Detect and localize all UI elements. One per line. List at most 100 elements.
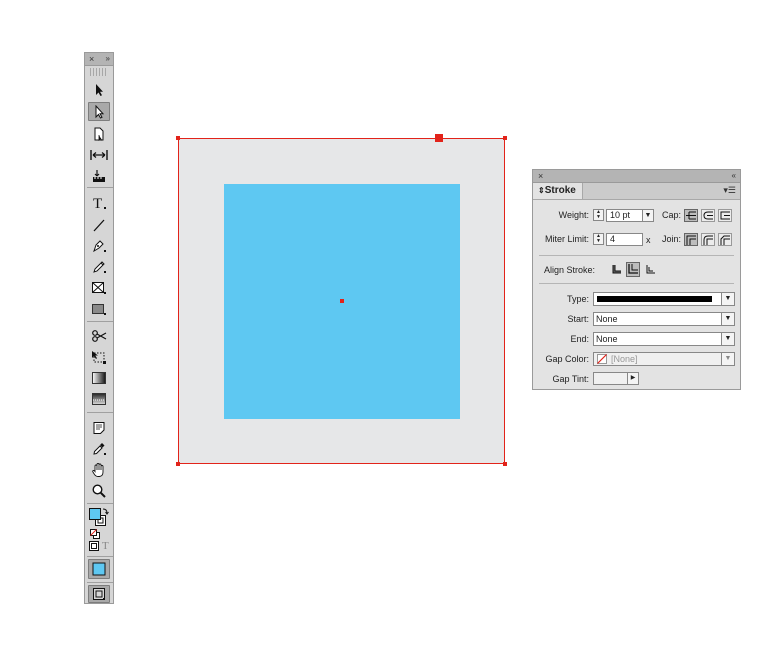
collapse-icon[interactable]: »: [106, 53, 111, 65]
projecting-cap-button[interactable]: [718, 209, 732, 222]
butt-cap-button[interactable]: [684, 209, 698, 222]
gap-color-label: Gap Color:: [545, 354, 589, 364]
rectangle-tool[interactable]: [88, 299, 110, 318]
default-fill-stroke-icon: [90, 529, 100, 539]
panel-divider: [539, 255, 734, 256]
weight-stepper[interactable]: ▲ ▼: [593, 209, 604, 221]
center-point[interactable]: [340, 299, 344, 303]
tab-stroke-label: Stroke: [544, 185, 576, 196]
rectangle-frame-tool-icon: [92, 281, 106, 294]
align-inside-button[interactable]: [626, 262, 640, 277]
text-formatting-icon[interactable]: T: [102, 540, 109, 552]
tab-stroke[interactable]: ⇕Stroke: [533, 183, 583, 199]
align-center-button[interactable]: [609, 263, 623, 276]
chevron-down-icon[interactable]: ▼: [721, 353, 734, 365]
gap-color-value: [None]: [611, 354, 638, 364]
stroke-panel: × « ⇕Stroke ▾☰ Weight: ▲ ▼ 10 pt ▼ Cap: M…: [532, 169, 741, 390]
close-icon[interactable]: ×: [538, 170, 543, 182]
tools-panel-titlebar[interactable]: × »: [85, 53, 113, 66]
align-outside-icon: [646, 265, 655, 274]
screen-mode-icon: [93, 588, 105, 600]
start-label: Start:: [567, 314, 589, 324]
gap-tint-field[interactable]: [593, 372, 628, 385]
panel-grip[interactable]: [90, 68, 108, 76]
cap-label: Cap:: [661, 210, 681, 220]
free-transform-tool-icon: [92, 350, 106, 364]
miter-limit-label: Miter Limit:: [544, 234, 589, 244]
stroke-panel-titlebar[interactable]: × «: [533, 170, 740, 183]
gap-tint-arrow[interactable]: ▶: [627, 372, 639, 385]
note-tool[interactable]: [88, 418, 110, 437]
end-select-value: None: [596, 334, 618, 344]
miter-stepper[interactable]: ▲ ▼: [593, 233, 604, 245]
pen-tool[interactable]: [88, 236, 110, 255]
start-select[interactable]: None ▼: [593, 312, 735, 326]
default-fill-stroke[interactable]: [89, 528, 101, 540]
selected-frame[interactable]: [176, 134, 507, 466]
hand-tool[interactable]: [88, 460, 110, 479]
weight-dropdown-arrow[interactable]: ▼: [642, 209, 654, 222]
hand-tool-icon: [92, 462, 104, 477]
container-formatting-icon: [89, 541, 99, 551]
toolbox-separator: [87, 187, 113, 188]
page-tool-icon: [94, 127, 104, 141]
handle-bottom-left[interactable]: [176, 462, 180, 466]
normal-view-mode[interactable]: [88, 559, 110, 579]
type-select[interactable]: ▼: [593, 292, 735, 306]
miter-join-button[interactable]: [684, 233, 698, 246]
panel-menu-icon[interactable]: ▾☰: [723, 185, 736, 196]
round-join-button[interactable]: [701, 233, 715, 246]
type-label: Type:: [566, 294, 589, 304]
formatting-affects-container[interactable]: T: [88, 540, 112, 552]
free-transform-tool[interactable]: [88, 347, 110, 366]
end-select[interactable]: None ▼: [593, 332, 735, 346]
gradient-swatch-tool[interactable]: [88, 368, 110, 387]
type-tool[interactable]: T: [88, 193, 110, 212]
selection-tool[interactable]: [88, 80, 110, 99]
collapse-icon[interactable]: «: [732, 170, 737, 182]
zoom-tool[interactable]: [88, 481, 110, 500]
gap-tint-label: Gap Tint:: [552, 374, 589, 384]
rectangle-frame-tool[interactable]: [88, 278, 110, 297]
scissors-tool[interactable]: [88, 326, 110, 345]
gradient-swatch-tool-icon: [92, 371, 106, 384]
screen-mode-button[interactable]: [88, 585, 110, 603]
scissors-tool-icon: [92, 329, 107, 342]
bevel-join-button[interactable]: [718, 233, 732, 246]
handle-top-right[interactable]: [503, 136, 507, 140]
gap-tool[interactable]: [88, 145, 110, 164]
handle-top-left[interactable]: [176, 136, 180, 140]
page-tool[interactable]: [88, 124, 110, 143]
eyedropper-tool[interactable]: [88, 439, 110, 458]
toolbox-separator: [87, 503, 113, 504]
close-icon[interactable]: ×: [89, 53, 94, 65]
line-tool[interactable]: [88, 215, 110, 234]
handle-bottom-right[interactable]: [503, 462, 507, 466]
bevel-join-icon: [720, 235, 730, 245]
content-collector-tool-icon: [93, 169, 105, 182]
chevron-down-icon[interactable]: ▼: [721, 313, 734, 325]
weight-field[interactable]: 10 pt: [606, 209, 643, 222]
eyedropper-tool-icon: [93, 443, 106, 455]
gradient-feather-tool[interactable]: [88, 389, 110, 408]
gap-color-select[interactable]: [None] ▼: [593, 352, 735, 366]
align-outside-button[interactable]: [643, 263, 657, 276]
chevron-down-icon[interactable]: ▼: [721, 293, 734, 305]
round-cap-button[interactable]: [701, 209, 715, 222]
direct-selection-tool-icon: [95, 104, 105, 119]
panel-divider: [539, 283, 734, 284]
fill-stroke-swatches[interactable]: [88, 507, 110, 529]
content-collector-tool[interactable]: [88, 166, 110, 185]
note-tool-icon: [93, 421, 105, 434]
line-tool-icon: [93, 219, 105, 231]
content-grabber-handle[interactable]: [435, 134, 443, 142]
chevron-down-icon[interactable]: ▼: [721, 333, 734, 345]
pen-tool-icon: [93, 240, 106, 253]
rectangle-tool-icon: [92, 303, 106, 315]
pencil-tool[interactable]: [88, 257, 110, 276]
pencil-tool-icon: [93, 261, 106, 273]
direct-selection-tool[interactable]: [88, 102, 110, 121]
align-inside-icon: [628, 264, 638, 274]
fill-stroke-swatch-icon: [89, 508, 109, 526]
miter-limit-field[interactable]: 4: [606, 233, 643, 246]
